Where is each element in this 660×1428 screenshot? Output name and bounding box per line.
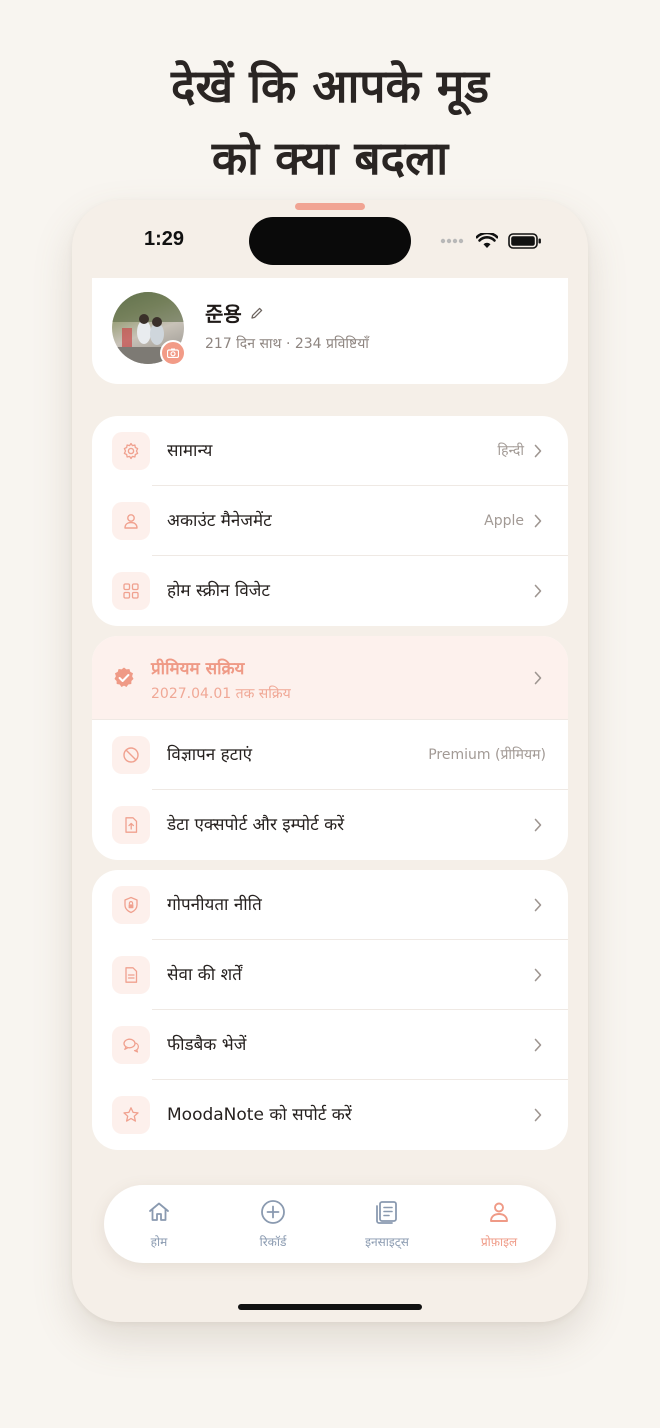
chevron-right-icon — [534, 584, 542, 598]
tab-insights[interactable]: इनसाइट्स — [332, 1197, 442, 1250]
change-photo-button[interactable] — [160, 340, 186, 366]
row-terms[interactable]: सेवा की शर्तें — [92, 940, 568, 1010]
user-icon — [112, 502, 150, 540]
tab-home[interactable]: होम — [104, 1197, 214, 1250]
premium-title: प्रीमियम सक्रिय — [151, 659, 245, 679]
document-icon — [112, 956, 150, 994]
gear-icon — [112, 432, 150, 470]
tab-profile-label: प्रोफ़ाइल — [480, 1235, 518, 1249]
home-indicator — [238, 1304, 422, 1310]
chevron-right-icon — [534, 1038, 542, 1052]
plus-circle-icon — [218, 1197, 328, 1227]
phone-frame: 1:29 준용 217 दिन साथ · 234 प्रविष्टियाँ स… — [72, 200, 588, 1322]
row-remove-ads[interactable]: विज्ञापन हटाएं Premium (प्रीमियम) — [92, 720, 568, 790]
headline-line-2: को क्या बदला — [211, 131, 449, 185]
profile-icon — [444, 1197, 554, 1227]
chevron-right-icon — [534, 818, 542, 832]
accent-pill — [295, 203, 365, 210]
row-export[interactable]: डेटा एक्सपोर्ट और इम्पोर्ट करें — [92, 790, 568, 860]
row-privacy[interactable]: गोपनीयता नीति — [92, 870, 568, 940]
status-icons — [440, 230, 542, 252]
chevron-right-icon — [534, 671, 542, 685]
tab-profile[interactable]: प्रोफ़ाइल — [444, 1197, 554, 1250]
chevron-right-icon — [534, 1108, 542, 1122]
shield-lock-icon — [112, 886, 150, 924]
chevron-right-icon — [534, 968, 542, 982]
row-general-label: सामान्य — [167, 441, 213, 461]
profile-card[interactable]: 준용 217 दिन साथ · 234 प्रविष्टियाँ — [92, 278, 568, 384]
pencil-icon[interactable] — [250, 306, 264, 320]
tab-home-label: होम — [150, 1235, 168, 1249]
row-privacy-label: गोपनीयता नीति — [167, 895, 262, 915]
tab-record[interactable]: रिकॉर्ड — [218, 1197, 328, 1250]
settings-group-general: सामान्य हिन्दी अकाउंट मैनेजमेंट Apple हो… — [92, 416, 568, 626]
settings-group-premium: प्रीमियम सक्रिय 2027.04.01 तक सक्रिय विज… — [92, 636, 568, 860]
chevron-right-icon — [534, 898, 542, 912]
insights-icon — [332, 1197, 442, 1227]
no-ads-icon — [112, 736, 150, 774]
headline-line-1: देखें कि आपके मूड — [171, 59, 489, 113]
profile-name-row[interactable]: 준용 — [205, 298, 264, 327]
row-general[interactable]: सामान्य हिन्दी — [92, 416, 568, 486]
headline: देखें कि आपके मूड को क्या बदला — [0, 50, 660, 194]
premium-expiry: 2027.04.01 तक सक्रिय — [151, 686, 291, 702]
row-general-value: हिन्दी — [497, 443, 524, 459]
home-icon — [104, 1197, 214, 1227]
row-account[interactable]: अकाउंट मैनेजमेंट Apple — [92, 486, 568, 556]
row-terms-label: सेवा की शर्तें — [167, 965, 242, 985]
verified-badge-icon — [114, 667, 134, 687]
export-file-icon — [112, 806, 150, 844]
row-account-value: Apple — [484, 513, 524, 529]
row-premium[interactable]: प्रीमियम सक्रिय 2027.04.01 तक सक्रिय — [92, 636, 568, 720]
row-remove-ads-label: विज्ञापन हटाएं — [167, 745, 253, 765]
chevron-right-icon — [534, 514, 542, 528]
widget-grid-icon — [112, 572, 150, 610]
dynamic-island — [249, 217, 411, 265]
chat-bubbles-icon — [112, 1026, 150, 1064]
battery-icon — [508, 233, 541, 249]
row-support[interactable]: MoodaNote को सपोर्ट करें — [92, 1080, 568, 1150]
tab-bar: होम रिकॉर्ड इनसाइट्स प्रोफ़ाइल — [104, 1185, 556, 1263]
row-account-label: अकाउंट मैनेजमेंट — [167, 511, 272, 531]
row-feedback[interactable]: फीडबैक भेजें — [92, 1010, 568, 1080]
profile-name: 준용 — [205, 302, 242, 326]
camera-icon — [167, 348, 179, 358]
row-support-label: MoodaNote को सपोर्ट करें — [167, 1105, 352, 1125]
row-feedback-label: फीडबैक भेजें — [167, 1035, 247, 1055]
row-widgets-label: होम स्क्रीन विजेट — [167, 581, 270, 601]
row-widgets[interactable]: होम स्क्रीन विजेट — [92, 556, 568, 626]
row-remove-ads-value: Premium (प्रीमियम) — [428, 747, 546, 763]
row-export-label: डेटा एक्सपोर्ट और इम्पोर्ट करें — [167, 815, 345, 835]
signal-icon — [440, 238, 464, 244]
status-time: 1:29 — [144, 228, 185, 250]
profile-stats: 217 दिन साथ · 234 प्रविष्टियाँ — [205, 336, 369, 352]
wifi-icon — [476, 233, 498, 248]
tab-insights-label: इनसाइट्स — [365, 1235, 409, 1249]
settings-group-about: गोपनीयता नीति सेवा की शर्तें फीडबैक भेजे… — [92, 870, 568, 1150]
star-icon — [112, 1096, 150, 1134]
tab-record-label: रिकॉर्ड — [259, 1235, 287, 1249]
chevron-right-icon — [534, 444, 542, 458]
